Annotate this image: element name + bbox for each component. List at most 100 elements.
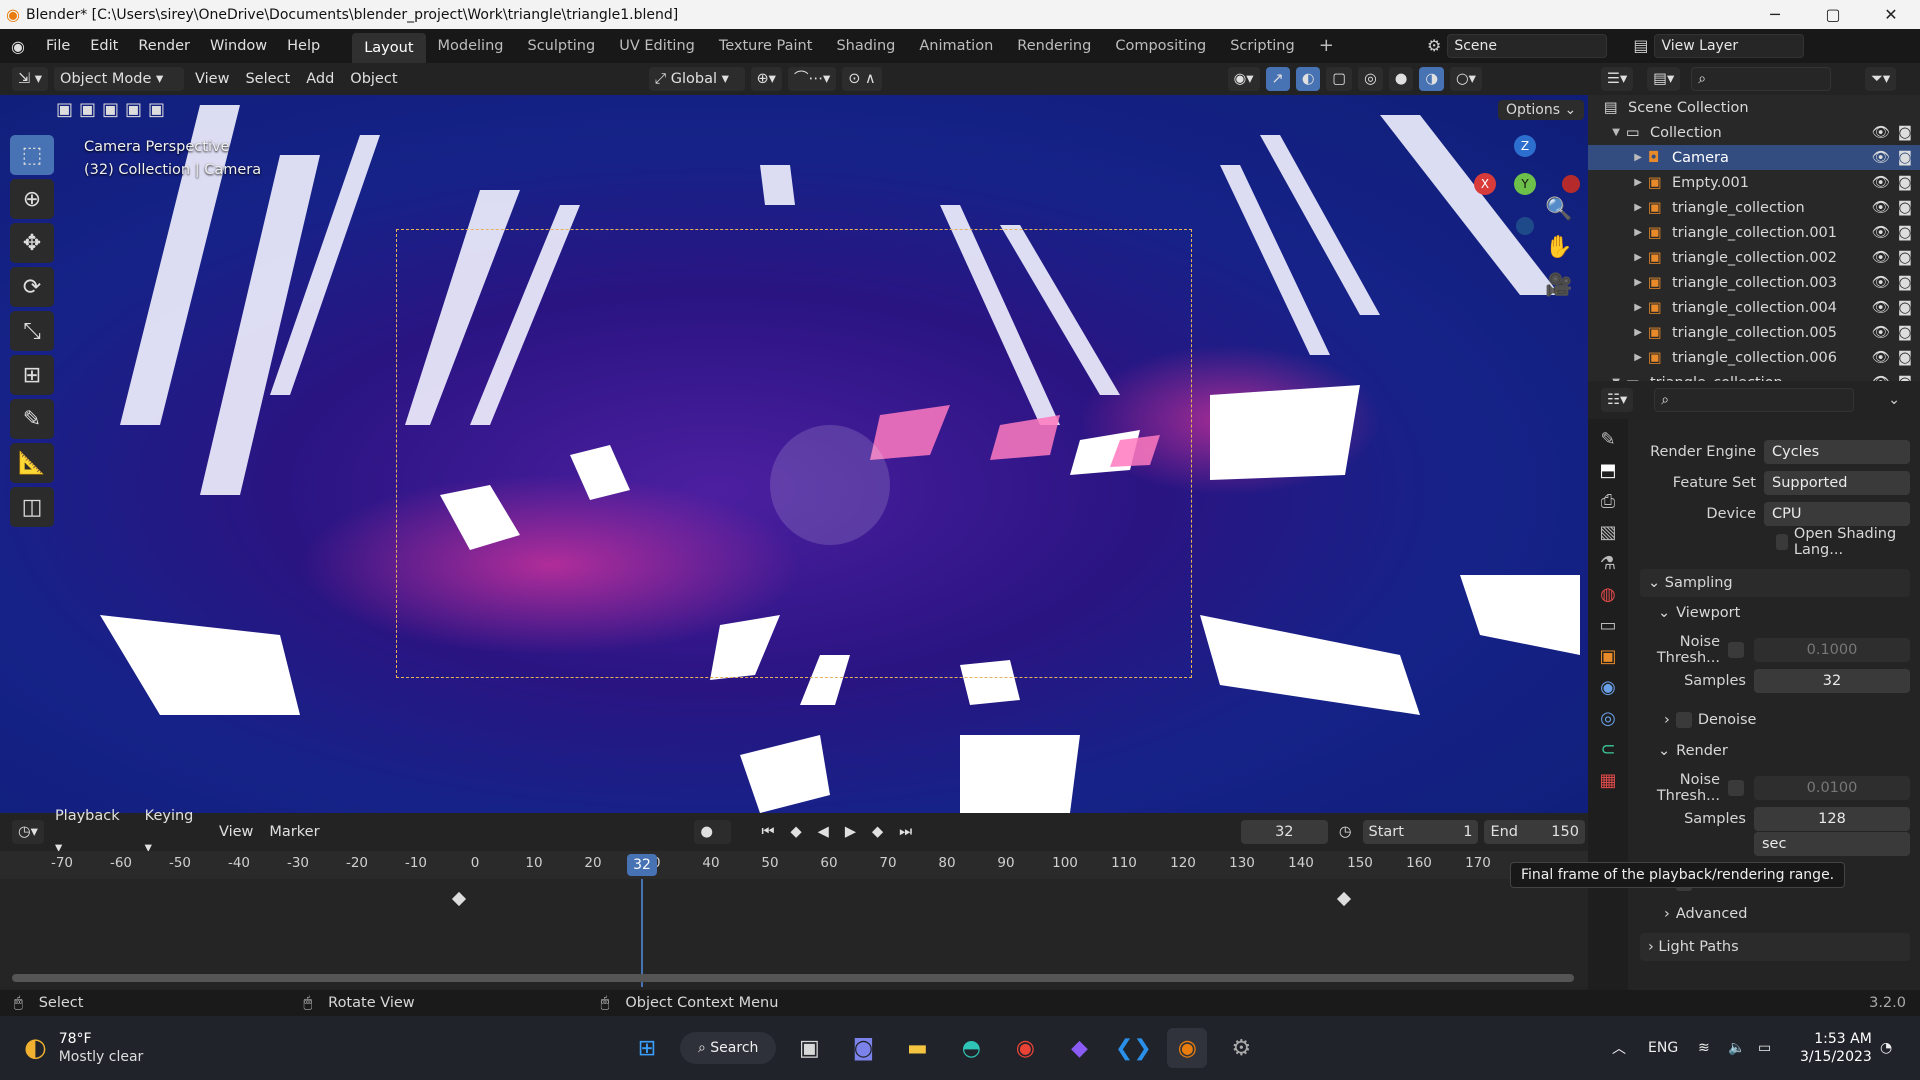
render-camera-icon[interactable]: ◙ <box>1898 300 1912 316</box>
annotate-tool[interactable]: ✎ <box>10 399 54 439</box>
visibility-eye-icon[interactable]: 👁 <box>1872 199 1890 216</box>
constraint-tab-icon[interactable]: ⊂ <box>1600 739 1615 760</box>
measure-tool[interactable]: 📐 <box>10 443 54 483</box>
render-camera-icon[interactable]: ◙ <box>1898 125 1912 141</box>
outliner-row[interactable]: ▶ ▣ triangle_collection.002 👁 ◙ <box>1588 245 1920 270</box>
outliner-expand-icon[interactable]: ▶ <box>1588 177 1648 188</box>
viewport-subsection[interactable]: ⌄ Viewport <box>1658 600 1910 626</box>
transform-orientation-dropdown[interactable]: ⤢ Global ▾ <box>648 67 745 91</box>
render-tab-icon[interactable]: ⬒ <box>1599 460 1616 481</box>
zoom-icon[interactable]: 🔍 <box>1545 197 1572 222</box>
visibility-eye-icon[interactable]: 👁 <box>1872 174 1890 191</box>
viewport-menu-select[interactable]: Select <box>237 63 298 95</box>
render-subsection[interactable]: ⌄ Render <box>1658 738 1910 764</box>
menu-help[interactable]: Help <box>277 29 330 63</box>
settings-icon[interactable]: ⚙ <box>1221 1028 1261 1068</box>
outliner-row[interactable]: ▶ ▣ triangle_collection.001 👁 ◙ <box>1588 220 1920 245</box>
advanced-subsection[interactable]: › Advanced <box>1664 901 1910 927</box>
render-camera-icon[interactable]: ◙ <box>1898 175 1912 191</box>
task-view-icon[interactable]: ▣ <box>789 1028 829 1068</box>
timeline-marker-menu[interactable]: Marker <box>261 816 327 848</box>
weather-widget[interactable]: 78°F Mostly clear <box>59 1030 144 1066</box>
move-tool[interactable]: ✥ <box>10 223 54 263</box>
render-camera-icon[interactable]: ◙ <box>1898 150 1912 166</box>
file-explorer-icon[interactable]: ▬ <box>897 1028 937 1068</box>
shading-solid-icon[interactable]: ● <box>1388 67 1414 91</box>
select-mode-icons[interactable]: ▣▣▣▣▣ <box>56 99 171 120</box>
visibility-icon[interactable]: ◉▾ <box>1227 67 1260 91</box>
outliner-expand-icon[interactable]: ▶ <box>1588 352 1648 363</box>
outliner-display-mode[interactable]: ▤▾ <box>1647 67 1681 91</box>
object-tab-icon[interactable]: ▣ <box>1599 646 1616 667</box>
osl-checkbox[interactable] <box>1776 534 1788 550</box>
output-tab-icon[interactable]: ⎙ <box>1601 491 1615 512</box>
select-box-tool[interactable]: ⬚ <box>10 135 54 175</box>
vscode-icon[interactable]: ❮❯ <box>1113 1028 1153 1068</box>
menu-render[interactable]: Render <box>128 29 200 63</box>
minimize-button[interactable]: ─ <box>1746 0 1804 29</box>
pivot-icon[interactable]: ⊕▾ <box>750 67 782 91</box>
outliner-expand-icon[interactable]: ▶ <box>1588 227 1648 238</box>
gizmo-y-axis[interactable]: Y <box>1514 173 1536 195</box>
tab-sculpting[interactable]: Sculpting <box>515 29 607 63</box>
render-camera-icon[interactable]: ◙ <box>1898 350 1912 366</box>
properties-collapse-icon[interactable]: ⌄ <box>1888 392 1900 408</box>
keyframe[interactable] <box>451 891 467 907</box>
outliner-row[interactable]: ▶ ▣ triangle_collection.005 👁 ◙ <box>1588 320 1920 345</box>
device-dropdown[interactable]: CPU <box>1764 502 1910 526</box>
pan-hand-icon[interactable]: ✋ <box>1545 235 1572 260</box>
teams-icon[interactable]: ◙ <box>843 1028 883 1068</box>
shading-material-icon[interactable]: ◑ <box>1419 67 1445 91</box>
render-camera-icon[interactable]: ◙ <box>1898 325 1912 341</box>
object-mode-dropdown[interactable]: Object Mode ▾ <box>54 67 185 91</box>
view-layer-tab-icon[interactable]: ▧ <box>1599 522 1616 543</box>
visibility-eye-icon[interactable]: 👁 <box>1872 274 1890 291</box>
notification-icon[interactable]: ◔ <box>1880 1040 1892 1056</box>
visibility-eye-icon[interactable]: 👁 <box>1872 349 1890 366</box>
gizmo-neg-x[interactable] <box>1562 175 1580 193</box>
visibility-eye-icon[interactable]: 👁 <box>1872 149 1890 166</box>
options-dropdown[interactable]: Options ⌄ <box>1498 100 1585 120</box>
render-camera-icon[interactable]: ◙ <box>1898 225 1912 241</box>
scale-tool[interactable]: ⤡ <box>10 311 54 351</box>
battery-icon[interactable]: ▭ <box>1758 1040 1771 1056</box>
viewport-menu-view[interactable]: View <box>187 63 237 95</box>
view-layer-field[interactable]: View Layer <box>1654 34 1805 58</box>
edge-icon[interactable]: ◓ <box>951 1028 991 1068</box>
tab-scripting[interactable]: Scripting <box>1218 29 1306 63</box>
outliner-expand-icon[interactable]: ▶ <box>1588 277 1648 288</box>
blender-menu-icon[interactable]: ◉ <box>0 37 36 56</box>
keyframe[interactable] <box>1336 891 1352 907</box>
tab-modeling[interactable]: Modeling <box>426 29 516 63</box>
volume-icon[interactable]: 🔈 <box>1728 1040 1745 1056</box>
outliner-row[interactable]: ▶ ▣ triangle_collection.004 👁 ◙ <box>1588 295 1920 320</box>
outliner-filter-icon[interactable]: ⏷▾ <box>1865 67 1897 91</box>
collection-tab-icon[interactable]: ▭ <box>1599 615 1616 636</box>
tool-tab-icon[interactable]: ✎ <box>1600 429 1615 450</box>
world-tab-icon[interactable]: ◍ <box>1600 584 1616 605</box>
vp-noise-field[interactable]: 0.1000 <box>1754 638 1910 662</box>
gizmo-x-axis[interactable]: X <box>1474 173 1496 195</box>
visibility-eye-icon[interactable]: 👁 <box>1872 124 1890 141</box>
language-indicator[interactable]: ENG <box>1648 1040 1678 1056</box>
visibility-eye-icon[interactable]: 👁 <box>1872 299 1890 316</box>
viewport-menu-object[interactable]: Object <box>342 63 405 95</box>
maximize-button[interactable]: ▢ <box>1804 0 1862 29</box>
3d-viewport[interactable]: ⬚ ⊕ ✥ ⟳ ⤡ ⊞ ✎ 📐 ◫ ▣▣▣▣▣ Options ⌄ Camera… <box>0 95 1588 813</box>
transform-tool[interactable]: ⊞ <box>10 355 54 395</box>
start-button-icon[interactable]: ⊞ <box>627 1028 667 1068</box>
outliner-expand-icon[interactable]: ▶ <box>1588 152 1648 163</box>
jump-keyframe-back-icon[interactable]: ◆ <box>783 816 810 848</box>
outliner-expand-icon[interactable]: ▶ <box>1588 252 1648 263</box>
shading-rendered-icon[interactable]: ○▾ <box>1450 67 1482 91</box>
gizmo-neg-z[interactable] <box>1516 217 1534 235</box>
timeline-view-menu[interactable]: View <box>211 816 261 848</box>
gizmo-z-axis[interactable]: Z <box>1514 135 1536 157</box>
view-layer-icon[interactable]: ▤ <box>1633 34 1648 58</box>
tab-animation[interactable]: Animation <box>907 29 1005 63</box>
record-button[interactable]: ● ◦ <box>694 820 732 864</box>
outliner-row[interactable]: ▤ Scene Collection <box>1588 95 1920 120</box>
visibility-eye-icon[interactable]: 👁 <box>1872 324 1890 341</box>
tray-chevron-icon[interactable]: ︿ <box>1612 1038 1626 1058</box>
obsidian-icon[interactable]: ◆ <box>1059 1028 1099 1068</box>
